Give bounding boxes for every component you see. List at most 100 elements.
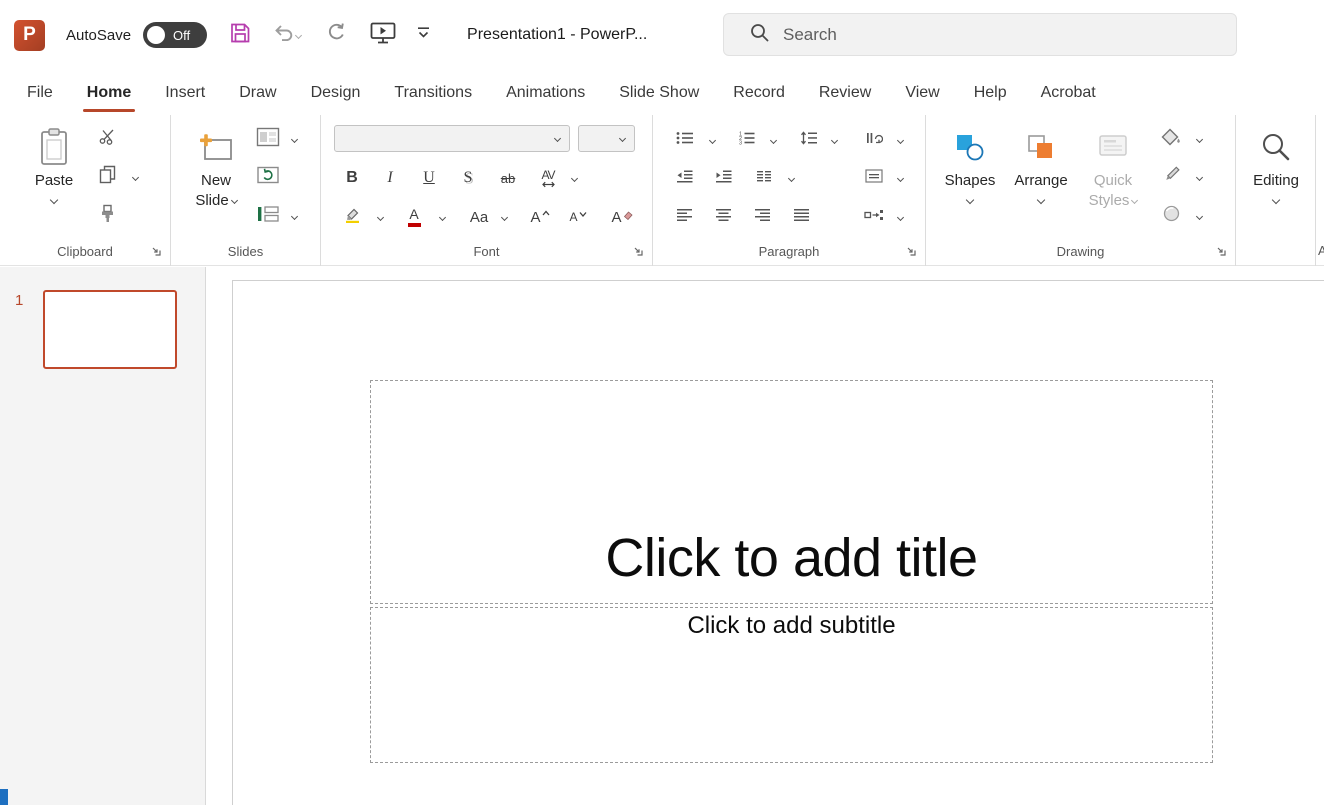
justify-button[interactable] — [787, 203, 815, 231]
section-button[interactable] — [254, 202, 282, 230]
format-painter-button[interactable] — [93, 202, 121, 230]
paste-button[interactable]: Paste — [25, 121, 83, 241]
line-spacing-icon — [800, 131, 817, 150]
drawing-group-label: Drawing — [926, 244, 1235, 259]
numbering-button[interactable]: 123 — [732, 126, 760, 154]
character-spacing-dropdown[interactable] — [567, 170, 581, 186]
bullets-dropdown[interactable] — [705, 132, 719, 148]
new-slide-button[interactable]: New Slide — [185, 121, 247, 241]
font-size-combobox[interactable] — [578, 125, 635, 152]
clipboard-dialog-launcher[interactable] — [148, 245, 164, 261]
shape-effects-dropdown[interactable] — [1192, 208, 1206, 224]
start-slideshow-button[interactable] — [369, 22, 397, 49]
text-shadow-button[interactable]: S — [455, 164, 481, 192]
paste-label: Paste — [35, 171, 73, 191]
italic-button[interactable]: I — [377, 164, 403, 192]
character-spacing-button[interactable]: AV — [531, 164, 565, 192]
tab-design[interactable]: Design — [294, 70, 378, 115]
decrease-indent-button[interactable] — [670, 164, 698, 192]
tab-transitions[interactable]: Transitions — [377, 70, 489, 115]
text-highlight-button[interactable] — [339, 203, 365, 231]
columns-dropdown[interactable] — [784, 170, 798, 186]
slide-layout-button[interactable] — [254, 125, 282, 153]
shape-fill-button[interactable] — [1157, 125, 1185, 153]
tab-slide-show[interactable]: Slide Show — [602, 70, 716, 115]
reset-slide-button[interactable] — [254, 163, 282, 191]
font-name-combobox[interactable] — [334, 125, 570, 152]
tab-record[interactable]: Record — [716, 70, 802, 115]
powerpoint-logo-icon[interactable]: P — [14, 20, 45, 51]
align-text-dropdown[interactable] — [893, 170, 907, 186]
slide-thumbnail-selected[interactable] — [43, 290, 177, 369]
numbering-dropdown[interactable] — [766, 132, 780, 148]
text-highlight-dropdown[interactable] — [373, 209, 387, 225]
convert-to-smartart-dropdown[interactable] — [893, 209, 907, 225]
text-direction-dropdown[interactable] — [893, 132, 907, 148]
line-spacing-button[interactable] — [794, 126, 822, 154]
arrange-button[interactable]: Arrange — [1011, 121, 1071, 241]
shape-effects-button[interactable] — [1157, 202, 1185, 230]
save-button[interactable] — [225, 20, 255, 51]
customize-quick-access-toolbar-button[interactable] — [413, 26, 433, 44]
decrease-font-size-button[interactable]: A — [563, 203, 593, 231]
align-left-button[interactable] — [670, 203, 698, 231]
arrange-icon — [1026, 125, 1056, 169]
columns-icon — [756, 169, 772, 188]
chevron-down-icon — [1195, 212, 1202, 219]
convert-to-smartart-button[interactable] — [860, 203, 888, 231]
align-text-button[interactable] — [860, 164, 888, 192]
tab-draw[interactable]: Draw — [222, 70, 293, 115]
shape-outline-button[interactable] — [1157, 163, 1185, 191]
clear-formatting-icon: A — [611, 210, 632, 225]
font-color-dropdown[interactable] — [435, 209, 449, 225]
paragraph-dialog-launcher[interactable] — [903, 245, 919, 261]
change-case-button[interactable]: Aa — [465, 203, 493, 231]
clear-formatting-button[interactable]: A — [607, 203, 637, 231]
editing-button[interactable]: Editing — [1246, 121, 1306, 241]
slide-layout-dropdown[interactable] — [287, 131, 301, 147]
chevron-down-icon — [1195, 173, 1202, 180]
tab-file[interactable]: File — [10, 70, 70, 115]
increase-indent-button[interactable] — [709, 164, 737, 192]
underline-button[interactable]: U — [416, 164, 442, 192]
copy-button[interactable] — [93, 163, 121, 191]
align-center-button[interactable] — [709, 203, 737, 231]
tab-acrobat[interactable]: Acrobat — [1024, 70, 1113, 115]
tab-help[interactable]: Help — [957, 70, 1024, 115]
title-placeholder[interactable]: Click to add title — [370, 380, 1213, 604]
columns-button[interactable] — [750, 164, 778, 192]
arrange-label: Arrange — [1014, 171, 1067, 191]
shapes-button[interactable]: Shapes — [940, 121, 1000, 241]
search-box[interactable]: Search — [723, 13, 1237, 56]
section-dropdown[interactable] — [287, 208, 301, 224]
font-dialog-launcher[interactable] — [630, 245, 646, 261]
tab-animations[interactable]: Animations — [489, 70, 602, 115]
tab-view[interactable]: View — [888, 70, 956, 115]
increase-font-size-button[interactable]: A — [525, 203, 555, 231]
quick-styles-button[interactable]: Quick Styles — [1079, 121, 1147, 241]
tab-home[interactable]: Home — [70, 70, 148, 115]
drawing-dialog-launcher[interactable] — [1213, 245, 1229, 261]
font-group-label: Font — [321, 244, 652, 259]
bold-button[interactable]: B — [339, 164, 365, 192]
cut-button[interactable] — [93, 125, 121, 153]
slide-layout-icon — [256, 127, 280, 152]
copy-dropdown[interactable] — [128, 169, 142, 185]
redo-button[interactable] — [323, 22, 349, 48]
chevron-down-icon — [830, 136, 837, 143]
undo-button[interactable] — [269, 23, 305, 47]
font-color-button[interactable]: A — [401, 203, 427, 231]
bullets-button[interactable] — [670, 126, 698, 154]
change-case-dropdown[interactable] — [497, 209, 511, 225]
subtitle-placeholder[interactable]: Click to add subtitle — [370, 607, 1213, 763]
shape-outline-dropdown[interactable] — [1192, 169, 1206, 185]
text-direction-button[interactable] — [860, 126, 888, 154]
autosave-toggle[interactable]: Off — [143, 22, 207, 48]
tab-review[interactable]: Review — [802, 70, 888, 115]
line-spacing-dropdown[interactable] — [827, 132, 841, 148]
align-right-button[interactable] — [748, 203, 776, 231]
editing-label: Editing — [1253, 171, 1299, 191]
tab-insert[interactable]: Insert — [148, 70, 222, 115]
shape-fill-dropdown[interactable] — [1192, 131, 1206, 147]
strikethrough-button[interactable]: ab — [493, 164, 523, 192]
